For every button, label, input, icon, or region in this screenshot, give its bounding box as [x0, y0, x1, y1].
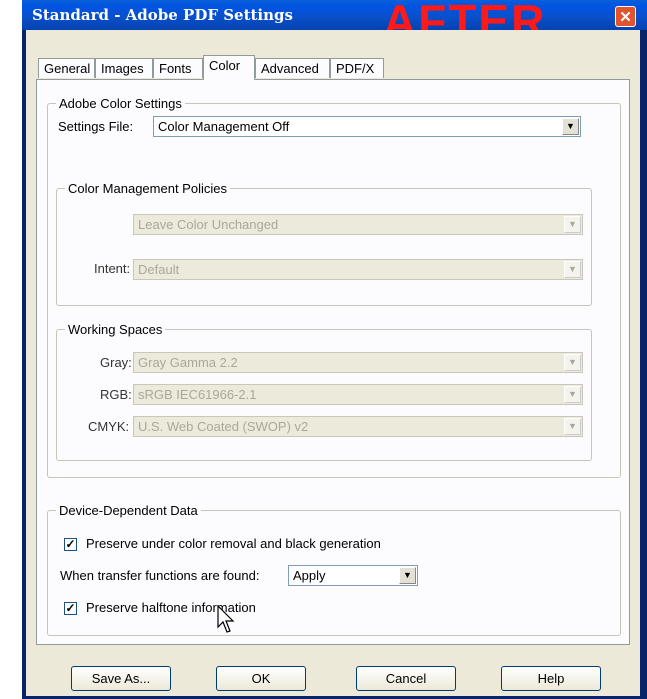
tab-label: Fonts [159, 61, 192, 76]
chevron-down-icon: ▼ [564, 386, 581, 403]
transfer-functions-value: Apply [293, 568, 326, 583]
mouse-pointer-icon [217, 605, 235, 633]
tab-advanced[interactable]: Advanced [255, 58, 330, 78]
policy-value: Leave Color Unchanged [138, 217, 279, 232]
intent-value: Default [138, 262, 180, 277]
tab-label: General [44, 61, 91, 76]
adobe-color-settings-group: Adobe Color Settings Settings File: Colo… [47, 96, 621, 478]
preserve-ucr-checkbox[interactable]: ✓ [64, 538, 77, 551]
title-bar[interactable]: Standard - Adobe PDF Settings AFTER ✕ [22, 0, 647, 44]
gray-dropdown[interactable]: Gray Gamma 2.2 ▼ [133, 352, 583, 373]
gray-value: Gray Gamma 2.2 [138, 355, 238, 370]
device-dependent-data-group: Device-Dependent Data ✓ Preserve under c… [47, 503, 621, 636]
tab-color[interactable]: Color [203, 55, 255, 80]
settings-file-label: Settings File: [58, 119, 134, 134]
check-icon: ✓ [65, 601, 76, 615]
rgb-dropdown[interactable]: sRGB IEC61966-2.1 ▼ [133, 384, 583, 405]
save-as-button[interactable]: Save As... [71, 666, 171, 691]
close-button[interactable]: ✕ [615, 6, 636, 27]
help-button[interactable]: Help [501, 666, 601, 691]
tab-images[interactable]: Images [95, 58, 153, 78]
cancel-button[interactable]: Cancel [356, 666, 456, 691]
tab-label: Color [209, 58, 241, 73]
dialog-window: Standard - Adobe PDF Settings AFTER ✕ Ge… [22, 0, 647, 699]
chevron-down-icon: ▼ [564, 418, 581, 435]
cmyk-label: CMYK: [88, 419, 130, 434]
ok-button[interactable]: OK [216, 666, 306, 691]
group-title: Device-Dependent Data [56, 503, 201, 518]
check-icon: ✓ [65, 537, 76, 551]
tab-label: PDF/X [336, 61, 375, 76]
tab-fonts[interactable]: Fonts [153, 58, 203, 78]
close-icon: ✕ [619, 9, 632, 26]
preserve-ucr-label: Preserve under color removal and black g… [86, 536, 381, 551]
tab-label: Images [101, 61, 144, 76]
intent-label: Intent: [94, 261, 131, 276]
chevron-down-icon: ▼ [564, 261, 581, 278]
rgb-value: sRGB IEC61966-2.1 [138, 387, 257, 402]
policy-dropdown[interactable]: Leave Color Unchanged ▼ [133, 214, 583, 235]
cmyk-value: U.S. Web Coated (SWOP) v2 [138, 419, 309, 434]
preserve-halftone-checkbox[interactable]: ✓ [64, 602, 77, 615]
dialog-client-area: General Images Fonts Color Advanced PDF/… [26, 30, 640, 696]
settings-file-value: Color Management Off [158, 119, 290, 134]
group-title: Color Management Policies [65, 181, 230, 196]
intent-dropdown[interactable]: Default ▼ [133, 259, 583, 280]
chevron-down-icon: ▼ [399, 567, 416, 584]
group-title: Adobe Color Settings [56, 96, 185, 111]
color-management-policies-group: Color Management Policies Leave Color Un… [56, 181, 592, 306]
settings-file-dropdown[interactable]: Color Management Off ▼ [153, 116, 581, 137]
window-title: Standard - Adobe PDF Settings [32, 6, 293, 24]
chevron-down-icon: ▼ [564, 216, 581, 233]
cmyk-dropdown[interactable]: U.S. Web Coated (SWOP) v2 ▼ [133, 416, 583, 437]
tab-general[interactable]: General [38, 58, 95, 78]
working-spaces-group: Working Spaces Gray: Gray Gamma 2.2 ▼ RG… [56, 322, 592, 461]
transfer-functions-label: When transfer functions are found: [60, 568, 260, 583]
group-title: Working Spaces [65, 322, 166, 337]
gray-label: Gray: [100, 355, 132, 370]
tab-label: Advanced [261, 61, 319, 76]
tab-pdfx[interactable]: PDF/X [330, 58, 384, 78]
color-tab-panel: Adobe Color Settings Settings File: Colo… [36, 79, 630, 645]
rgb-label: RGB: [100, 387, 132, 402]
transfer-functions-dropdown[interactable]: Apply ▼ [288, 565, 418, 586]
chevron-down-icon: ▼ [562, 118, 579, 135]
chevron-down-icon: ▼ [564, 354, 581, 371]
